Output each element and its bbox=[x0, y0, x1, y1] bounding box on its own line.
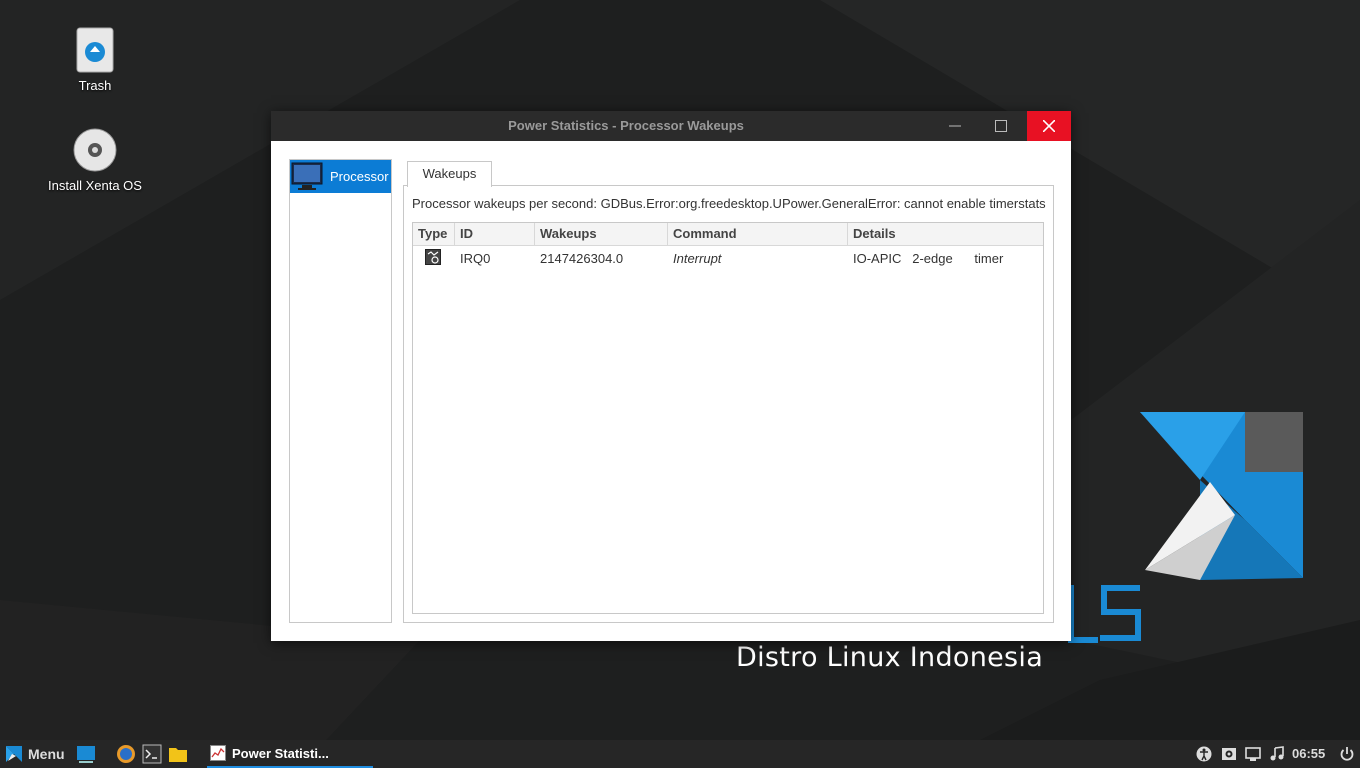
table-row[interactable]: IRQ0 2147426304.0 Interrupt IO-APIC 2-ed… bbox=[413, 246, 1043, 270]
taskbar-window-label: Power Statisti... bbox=[232, 745, 329, 761]
column-header-wakeups[interactable]: Wakeups bbox=[535, 223, 668, 245]
terminal-launcher[interactable] bbox=[142, 740, 162, 768]
type-cell bbox=[413, 248, 455, 268]
desktop-icon-label: Trash bbox=[78, 78, 112, 93]
power-icon bbox=[1340, 747, 1354, 761]
screenshot-icon bbox=[1222, 748, 1236, 760]
command-cell: Interrupt bbox=[673, 250, 722, 266]
music-icon bbox=[1270, 746, 1284, 761]
trash-icon bbox=[71, 26, 119, 74]
accessibility-icon bbox=[1196, 746, 1212, 762]
desktop-icon-install[interactable]: Install Xenta OS bbox=[40, 126, 150, 193]
menu-button[interactable]: Menu bbox=[4, 740, 65, 768]
files-icon bbox=[169, 748, 187, 762]
desktop-icon-label: Install Xenta OS bbox=[48, 178, 142, 193]
brand-tagline: Distro Linux Indonesia bbox=[736, 642, 1044, 673]
window-titlebar[interactable]: Power Statistics - Processor Wakeups bbox=[271, 111, 1071, 141]
browser-launcher[interactable] bbox=[116, 740, 136, 768]
maximize-icon bbox=[995, 120, 1007, 132]
column-header-type[interactable]: Type bbox=[413, 223, 455, 245]
power-statistics-icon bbox=[210, 745, 226, 761]
clock[interactable]: 06:55 bbox=[1292, 740, 1325, 768]
terminal-icon bbox=[142, 744, 162, 764]
taskbar-window-power-statistics[interactable]: Power Statisti... bbox=[207, 740, 373, 768]
tab-wakeups[interactable]: Wakeups bbox=[407, 161, 492, 187]
column-header-details[interactable]: Details bbox=[848, 223, 1043, 245]
show-desktop-icon bbox=[77, 746, 95, 763]
device-sidebar: Processor bbox=[289, 159, 392, 623]
maximize-button[interactable] bbox=[979, 111, 1023, 141]
menu-label: Menu bbox=[28, 746, 65, 762]
column-header-id[interactable]: ID bbox=[455, 223, 535, 245]
show-desktop-button[interactable] bbox=[76, 740, 96, 768]
taskbar: Menu Power Statisti... 06:55 bbox=[0, 740, 1360, 768]
wakeups-panel: Processor wakeups per second: GDBus.Erro… bbox=[403, 185, 1054, 623]
id-cell: IRQ0 bbox=[460, 250, 491, 266]
screenshot-tray[interactable] bbox=[1221, 740, 1237, 768]
interrupt-icon bbox=[425, 248, 441, 265]
details-cell: IO-APIC 2-edge timer bbox=[853, 250, 1004, 266]
power-tray[interactable] bbox=[1339, 740, 1355, 768]
network-tray[interactable] bbox=[1245, 740, 1261, 768]
disc-icon bbox=[71, 126, 119, 174]
close-button[interactable] bbox=[1027, 111, 1071, 141]
close-icon bbox=[1043, 120, 1055, 132]
monitor-icon bbox=[291, 162, 323, 190]
minimize-icon bbox=[949, 125, 961, 127]
files-launcher[interactable] bbox=[168, 740, 188, 768]
minimize-button[interactable] bbox=[933, 111, 977, 141]
xenta-menu-icon bbox=[6, 746, 22, 762]
table-header: Type ID Wakeups Command Details bbox=[413, 223, 1043, 246]
sidebar-item-label: Processor bbox=[330, 169, 389, 184]
power-statistics-window: Power Statistics - Processor Wakeups Pro… bbox=[271, 111, 1071, 641]
wakeups-message: Processor wakeups per second: GDBus.Erro… bbox=[412, 196, 1046, 211]
browser-icon bbox=[117, 745, 135, 763]
column-header-command[interactable]: Command bbox=[668, 223, 848, 245]
network-icon bbox=[1245, 747, 1261, 761]
accessibility-tray[interactable] bbox=[1196, 740, 1212, 768]
window-title: Power Statistics - Processor Wakeups bbox=[508, 118, 744, 133]
desktop-icon-trash[interactable]: Trash bbox=[40, 26, 150, 93]
sidebar-item-processor[interactable]: Processor bbox=[290, 160, 391, 193]
wakeups-cell: 2147426304.0 bbox=[540, 250, 624, 266]
wakeups-table: Type ID Wakeups Command Details IRQ0 214… bbox=[412, 222, 1044, 614]
sound-tray[interactable] bbox=[1269, 740, 1285, 768]
